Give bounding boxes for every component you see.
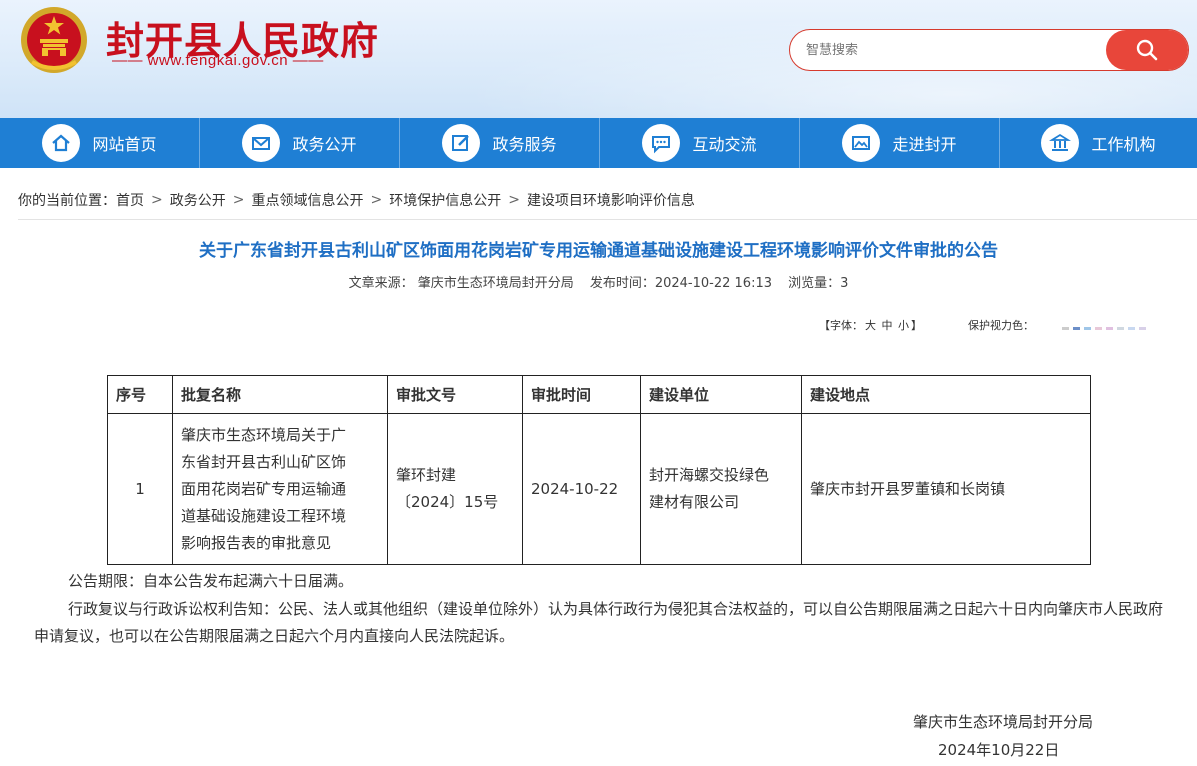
breadcrumb-eia-info[interactable]: 建设项目环境影响评价信息 bbox=[527, 190, 695, 210]
font-size-open: 【字体： bbox=[819, 319, 863, 332]
cell-name: 肇庆市生态环境局关于广 东省封开县古利山矿区饰 面用花岗岩矿专用运输通 道基础设… bbox=[172, 413, 388, 565]
breadcrumb-separator: > bbox=[508, 192, 520, 208]
cell-doc-no: 肇环封建 〔2024〕15号 bbox=[387, 413, 523, 565]
search-icon bbox=[1136, 39, 1158, 61]
nav-item-label: 走进封开 bbox=[892, 135, 957, 154]
nav-item-home[interactable]: 网站首页 bbox=[0, 118, 200, 168]
nav-item-label: 网站首页 bbox=[92, 135, 157, 154]
main-nav: 网站首页 政务公开 政务服务 互动交流 走进封开 工作机构 bbox=[0, 118, 1197, 168]
cell-unit-line: 建材有限公司 bbox=[649, 493, 740, 511]
col-header-doc-no: 审批文号 bbox=[387, 375, 523, 414]
breadcrumb-prefix: 你的当前位置： bbox=[18, 193, 116, 209]
site-url: —— www.fengkai.gov.cn —— bbox=[112, 52, 324, 69]
breadcrumb-key-areas[interactable]: 重点领域信息公开 bbox=[251, 190, 363, 210]
notice-review-rights: 行政复议与行政诉讼权利告知：公民、法人或其他组织（建设单位除外）认为具体行政行为… bbox=[34, 600, 1164, 645]
nav-item-gov-affairs[interactable]: 政务公开 bbox=[200, 118, 400, 168]
watermark bbox=[1000, 668, 1180, 708]
eye-color-swatch[interactable] bbox=[1095, 327, 1102, 330]
cell-doc-line: 〔2024〕15号 bbox=[396, 493, 499, 511]
national-emblem-icon bbox=[21, 7, 87, 73]
cell-name-line: 面用花岗岩矿专用运输通 bbox=[181, 479, 347, 498]
nav-item-gov-service[interactable]: 政务服务 bbox=[400, 118, 600, 168]
cell-name-line: 道基础设施建设工程环境 bbox=[181, 506, 347, 525]
breadcrumb-separator: > bbox=[151, 192, 163, 208]
col-header-location: 建设地点 bbox=[801, 375, 1091, 414]
breadcrumb: 你的当前位置： 首页 > 政务公开 > 重点领域信息公开 > 环境保护信息公开 … bbox=[18, 190, 695, 210]
nav-item-label: 政务服务 bbox=[492, 135, 557, 154]
col-header-no: 序号 bbox=[107, 375, 173, 414]
chat-icon bbox=[642, 124, 681, 162]
table-header-row: 序号 批复名称 审批文号 审批时间 建设单位 建设地点 bbox=[107, 375, 1091, 414]
home-icon bbox=[42, 124, 81, 162]
font-small-button[interactable]: 小 bbox=[898, 319, 909, 332]
site-header: 封开县人民政府 —— www.fengkai.gov.cn —— bbox=[0, 0, 1197, 118]
building-icon bbox=[1041, 124, 1080, 162]
eye-color-swatch[interactable] bbox=[1073, 327, 1080, 330]
eye-color-swatch[interactable] bbox=[1106, 327, 1113, 330]
breadcrumb-home[interactable]: 首页 bbox=[116, 190, 144, 210]
cell-name-line: 影响报告表的审批意见 bbox=[181, 533, 332, 552]
font-large-button[interactable]: 大 bbox=[865, 319, 876, 332]
eye-color-swatch[interactable] bbox=[1128, 327, 1135, 330]
nav-item-interaction[interactable]: 互动交流 bbox=[600, 118, 800, 168]
eye-color-swatch[interactable] bbox=[1062, 327, 1069, 330]
col-header-date: 审批时间 bbox=[522, 375, 641, 414]
col-header-unit: 建设单位 bbox=[640, 375, 802, 414]
signature-date: 2024年10月22日 bbox=[938, 741, 1060, 759]
cell-unit: 封开海螺交投绿色 建材有限公司 bbox=[640, 413, 802, 565]
table-row: 1 肇庆市生态环境局关于广 东省封开县古利山矿区饰 面用花岗岩矿专用运输通 道基… bbox=[107, 413, 1091, 565]
search-input[interactable] bbox=[790, 30, 1108, 70]
signature-org: 肇庆市生态环境局封开分局 bbox=[913, 713, 1094, 731]
approval-table: 序号 批复名称 审批文号 审批时间 建设单位 建设地点 1 肇庆市生态环境局关于… bbox=[107, 375, 1091, 565]
cell-name-line: 东省封开县古利山矿区饰 bbox=[181, 452, 347, 471]
search-box bbox=[789, 29, 1189, 71]
breadcrumb-separator: > bbox=[370, 192, 383, 208]
edit-icon bbox=[442, 124, 481, 162]
font-size-close: 】 bbox=[911, 319, 922, 332]
search-button[interactable] bbox=[1106, 30, 1188, 70]
cell-location: 肇庆市封开县罗董镇和长岗镇 bbox=[801, 413, 1091, 565]
eye-color-swatch[interactable] bbox=[1084, 327, 1091, 330]
nav-item-label: 互动交流 bbox=[692, 135, 757, 154]
breadcrumb-env-protection[interactable]: 环境保护信息公开 bbox=[389, 190, 501, 210]
eye-protection-label: 保护视力色： bbox=[968, 319, 1034, 332]
nav-item-about[interactable]: 走进封开 bbox=[800, 118, 1000, 168]
eye-color-swatch[interactable] bbox=[1117, 327, 1124, 330]
article-source: 文章来源： 肇庆市生态环境局封开分局 bbox=[348, 276, 574, 291]
cell-name-line: 肇庆市生态环境局关于广 bbox=[181, 425, 347, 444]
col-header-name: 批复名称 bbox=[172, 375, 388, 414]
article-title: 关于广东省封开县古利山矿区饰面用花岗岩矿专用运输通道基础设施建设工程环境影响评价… bbox=[199, 241, 998, 261]
cell-unit-line: 封开海螺交投绿色 bbox=[649, 466, 770, 484]
nav-item-label: 工作机构 bbox=[1091, 135, 1156, 154]
cell-doc-line: 肇环封建 bbox=[396, 466, 457, 484]
cell-date: 2024-10-22 bbox=[522, 413, 641, 565]
breadcrumb-gov-affairs[interactable]: 政务公开 bbox=[170, 190, 226, 210]
article-meta: 文章来源： 肇庆市生态环境局封开分局 发布时间：2024-10-22 16:13… bbox=[0, 272, 1197, 291]
cell-no: 1 bbox=[107, 413, 173, 565]
mail-icon bbox=[242, 124, 281, 162]
eye-protection-colors: 保护视力色： bbox=[968, 317, 1146, 333]
picture-icon bbox=[842, 124, 881, 162]
font-medium-button[interactable]: 中 bbox=[882, 319, 893, 332]
breadcrumb-separator: > bbox=[232, 192, 245, 208]
font-size-control: 【字体：大 中 小】 bbox=[818, 317, 923, 333]
article-publish-time: 发布时间：2024-10-22 16:13 bbox=[589, 276, 772, 291]
eye-color-swatch[interactable] bbox=[1139, 327, 1146, 330]
nav-item-departments[interactable]: 工作机构 bbox=[1000, 118, 1197, 168]
nav-item-label: 政务公开 bbox=[292, 135, 357, 154]
article-views: 浏览量：3 bbox=[788, 276, 849, 291]
notice-period: 公告期限：自本公告发布起满六十日届满。 bbox=[68, 572, 354, 590]
breadcrumb-divider bbox=[18, 219, 1197, 220]
